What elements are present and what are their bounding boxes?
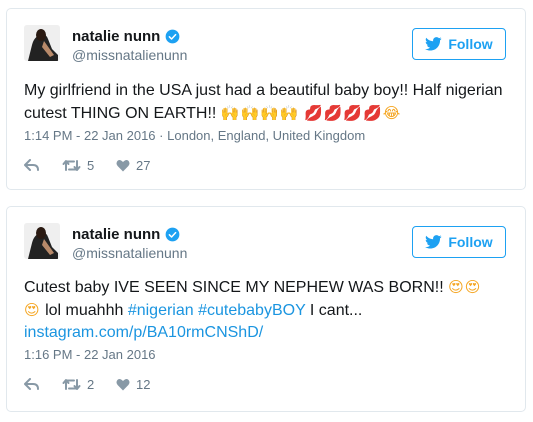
like-count: 27 — [136, 158, 151, 173]
tweet-meta: 1:14 PM - 22 Jan 2016 · London, England,… — [24, 128, 365, 143]
retweet-icon — [62, 160, 81, 171]
follow-label: Follow — [448, 234, 493, 250]
retweet-icon — [62, 379, 81, 390]
timestamp-link[interactable]: 1:14 PM - 22 Jan 2016 — [24, 128, 156, 143]
heart-icon — [116, 379, 130, 391]
hashtag-link[interactable]: #nigerian — [128, 302, 194, 319]
user-handle[interactable]: @missnatalienunn — [72, 245, 187, 261]
heart-eyes-emoji: 😍😍 — [448, 278, 482, 296]
instagram-link[interactable]: instagram.com/p/BA10rmCNShD/ — [24, 324, 263, 341]
meta-separator: · — [159, 128, 164, 143]
tweet-location[interactable]: London, England, United Kingdom — [167, 128, 365, 143]
retweet-count: 5 — [87, 158, 95, 173]
embedded-tweet: natalie nunn @missnatalienunn Follow My … — [6, 8, 526, 190]
tweet-text-line: Cutest baby IVE SEEN SINCE MY NEPHEW WAS… — [24, 279, 444, 296]
like-button[interactable]: 12 — [116, 377, 176, 392]
like-button[interactable]: 27 — [116, 158, 176, 173]
tears-of-joy-emoji: 😂 — [382, 104, 402, 122]
display-name[interactable]: natalie nunn — [72, 226, 160, 243]
reply-icon — [24, 159, 39, 171]
raised-hands-emoji: 🙌🙌🙌🙌 — [220, 104, 300, 122]
hashtag-link[interactable]: #cutebabyBOY — [198, 302, 305, 319]
kiss-mark-emoji: 💋💋💋💋 — [303, 104, 383, 122]
tweet-text-line: My girlfriend in the USA just had a beau… — [24, 82, 503, 99]
follow-label: Follow — [448, 36, 493, 52]
follow-button[interactable]: Follow — [412, 28, 506, 60]
follow-button[interactable]: Follow — [412, 226, 506, 258]
tweet-text-line: I cant... — [309, 302, 363, 319]
verified-badge-icon — [165, 227, 180, 242]
tweet-text: My girlfriend in the USA just had a beau… — [24, 80, 507, 125]
tweet-actions: 5 27 — [24, 158, 176, 173]
tweet-actions: 2 12 — [24, 377, 176, 392]
tweet-text-line: lol muahhh — [45, 302, 124, 319]
timestamp-link[interactable]: 1:16 PM - 22 Jan 2016 — [24, 347, 156, 362]
heart-icon — [116, 160, 130, 172]
user-name[interactable]: natalie nunn — [72, 28, 180, 45]
user-handle[interactable]: @missnatalienunn — [72, 47, 187, 63]
user-name[interactable]: natalie nunn — [72, 226, 180, 243]
embedded-tweet: natalie nunn @missnatalienunn Follow Cut… — [6, 206, 526, 412]
retweet-count: 2 — [87, 377, 95, 392]
retweet-button[interactable]: 5 — [62, 158, 116, 173]
tweet-text: Cutest baby IVE SEEN SINCE MY NEPHEW WAS… — [24, 276, 507, 344]
tweet-meta: 1:16 PM - 22 Jan 2016 — [24, 347, 156, 362]
verified-badge-icon — [165, 29, 180, 44]
avatar[interactable] — [24, 25, 60, 61]
reply-button[interactable] — [24, 378, 62, 391]
twitter-bird-icon — [425, 37, 442, 51]
tweet-text-line: cutest THING ON EARTH!! — [24, 105, 217, 122]
like-count: 12 — [136, 377, 151, 392]
display-name[interactable]: natalie nunn — [72, 28, 160, 45]
reply-icon — [24, 378, 39, 390]
reply-button[interactable] — [24, 159, 62, 172]
avatar[interactable] — [24, 223, 60, 259]
twitter-bird-icon — [425, 235, 442, 249]
heart-eyes-emoji: 😍 — [24, 301, 41, 319]
retweet-button[interactable]: 2 — [62, 377, 116, 392]
